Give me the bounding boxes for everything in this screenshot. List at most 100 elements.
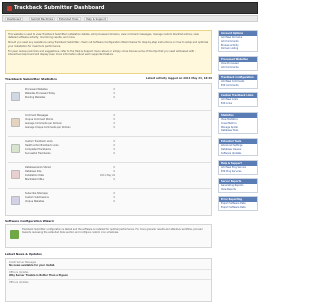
stat-value: 0: [113, 144, 115, 147]
sidebar-link[interactable]: Domain Listing: [219, 47, 257, 51]
stat-group-database: Database/Links Stored 0 Database Size 0 …: [9, 164, 119, 190]
news-item: Install Server Messages No news availabl…: [9, 261, 209, 267]
comments-icon: [11, 118, 20, 127]
sidebar-link[interactable]: Database Tools: [219, 129, 257, 133]
stat-label: Processed Websites: [25, 88, 48, 91]
app-title: Trackback Submitter Dashboard: [14, 5, 105, 11]
sidebar-link[interactable]: Add Comments: [219, 66, 257, 70]
news-divider: [8, 279, 211, 280]
sitemap-icon: [11, 196, 20, 205]
notice-paragraph: For peer review post links and suggestio…: [8, 49, 196, 57]
sidebar-section-statistics: Statistics View Statistics Crawl Metrics…: [218, 112, 258, 135]
sidebar-link[interactable]: Edit Ping Services: [219, 170, 257, 174]
sidebar-section-processed: Processed Websites View Processed Add Co…: [218, 56, 258, 71]
main-nav: Dashboard Submit Backlinks Extended Tool…: [2, 15, 258, 22]
news-divider: [8, 269, 211, 270]
stat-label: Health ActionTrackback Links: [25, 144, 59, 147]
welcome-notice: This website is used to view Trackback S…: [5, 30, 212, 74]
nav-dashboard[interactable]: Dashboard: [5, 17, 24, 21]
stat-label: Unique Comment Words: [25, 118, 53, 121]
stats-panel: Processed Websites 0 Websites Processed …: [5, 83, 212, 216]
stat-label: Blacklisted URLs: [25, 178, 44, 181]
stat-label: Custom Trackback Links: [25, 140, 53, 143]
stat-value: 0: [113, 118, 115, 121]
sidebar-section-help: Help & Support Add New Ping Service Edit…: [218, 160, 258, 175]
stat-label: Average Unique Comments per Domain: [25, 126, 71, 129]
wizard-icon: [10, 230, 19, 239]
stat-value: 0: [113, 196, 115, 199]
stats-header: Trackback Submitter Statistics Latest ac…: [5, 77, 212, 82]
main-content: This website is used to view Trackback S…: [2, 26, 215, 302]
stat-value: 0: [113, 92, 115, 95]
stat-value: 0: [113, 192, 115, 195]
stat-label: Websites Processed Today: [25, 92, 56, 95]
stat-label: Database Size: [25, 170, 42, 173]
stat-label: Installation Date: [25, 174, 44, 177]
app-header: Trackback Submitter Dashboard: [2, 2, 258, 14]
sidebar-section-custom-links: Custom Trackback Links Add New Links Edi…: [218, 92, 258, 107]
stat-label: Unique Websites: [25, 200, 45, 203]
last-login-text: Latest activity logged on 2011 May 24, 1…: [145, 77, 212, 80]
stats-divider: [8, 110, 211, 111]
sidebar-link[interactable]: View Reports: [219, 188, 257, 192]
sidebar-section-server-reports: Server Reports Generating Reports View R…: [218, 178, 258, 193]
stat-value: 0: [113, 88, 115, 91]
news-item-body[interactable]: No news available for your install.: [9, 264, 209, 267]
stat-label: Average Comments per Domain: [25, 122, 62, 125]
websites-icon: [11, 92, 20, 101]
sidebar-section-error-reporting: Error Reporting Export Software Data Exp…: [218, 196, 258, 211]
database-icon: [11, 170, 20, 179]
stats-divider: [8, 136, 211, 137]
stat-label: Completed Trackbacks: [25, 148, 51, 151]
stat-group-submissions: Subscribe Sitemaps 0 Custom Submissions …: [9, 190, 119, 216]
nav-extended-tools[interactable]: Extended Tools: [57, 17, 81, 21]
stat-label: Database/Links Stored: [25, 166, 51, 169]
stat-value: 0: [113, 178, 115, 181]
news-item: Office & Updates Why Server Trouble is B…: [9, 271, 209, 277]
sidebar: Account Options Add New Domains Add Comm…: [218, 26, 258, 302]
stats-divider: [8, 188, 211, 189]
sidebar-section-extended-tools: Extended Tools Advanced Settings Databas…: [218, 138, 258, 157]
stat-value: 0: [113, 126, 115, 129]
nav-submit-backlinks[interactable]: Submit Backlinks: [29, 17, 56, 21]
nav-help-support[interactable]: Help & Support: [84, 17, 108, 21]
trackback-icon: [11, 144, 20, 153]
sidebar-link[interactable]: Edit Comments: [219, 84, 257, 88]
stat-group-websites: Processed Websites 0 Websites Processed …: [9, 86, 119, 112]
stat-value: 0: [113, 200, 115, 203]
stat-group-trackbacks: Custom Trackback Links 0 Health ActionTr…: [9, 138, 119, 164]
sidebar-section-account: Account Options Add New Domains Add Comm…: [218, 30, 258, 53]
news-item-body[interactable]: Why Server Trouble is Better Than a Pige…: [9, 274, 209, 277]
news-item: Office & Updates: [9, 281, 209, 284]
stat-value: 0: [113, 140, 115, 143]
config-panel: Trackback Submitter configuration is tes…: [5, 224, 212, 248]
stats-divider: [8, 162, 211, 163]
news-item-title: Office & Updates: [9, 281, 29, 284]
stat-value: 0: [113, 152, 115, 155]
stats-title: Trackback Submitter Statistics: [5, 77, 57, 81]
news-panel: Install Server Messages No news availabl…: [5, 258, 212, 302]
stat-group-comments: Comment Messages 0 Unique Comment Words …: [9, 112, 119, 138]
stat-value: 0: [113, 166, 115, 169]
notice-paragraph: This website is used to view Trackback S…: [8, 33, 199, 40]
stat-label: Pending Websites: [25, 96, 46, 99]
stat-label: Comment Messages: [25, 114, 49, 117]
sidebar-link[interactable]: Software Updates: [219, 152, 257, 156]
stat-value: 0: [113, 148, 115, 151]
stat-value: 0: [113, 96, 115, 99]
config-title: Software Configuration Wizard: [5, 219, 54, 223]
notice-paragraph: Should you need any assistance using Tra…: [8, 41, 209, 48]
stat-label: Subscribe Sitemaps: [25, 192, 48, 195]
news-title: Latest News & Updates: [5, 252, 42, 256]
config-text: Trackback Submitter configuration is tes…: [22, 228, 203, 235]
stat-value: 0: [113, 122, 115, 125]
stat-value: 0: [113, 170, 115, 173]
stat-label: Custom Submissions: [25, 196, 49, 199]
stat-label: Successful Trackbacks: [25, 152, 51, 155]
stat-value: 2011 May 24: [100, 174, 115, 177]
stat-value: 0: [113, 114, 115, 117]
app-logo-icon: [7, 6, 12, 11]
sidebar-section-trackback-config: Trackback Configuration Add New Comments…: [218, 74, 258, 89]
sidebar-link[interactable]: Export Software Data: [219, 206, 257, 210]
sidebar-link[interactable]: Edit Links: [219, 102, 257, 106]
